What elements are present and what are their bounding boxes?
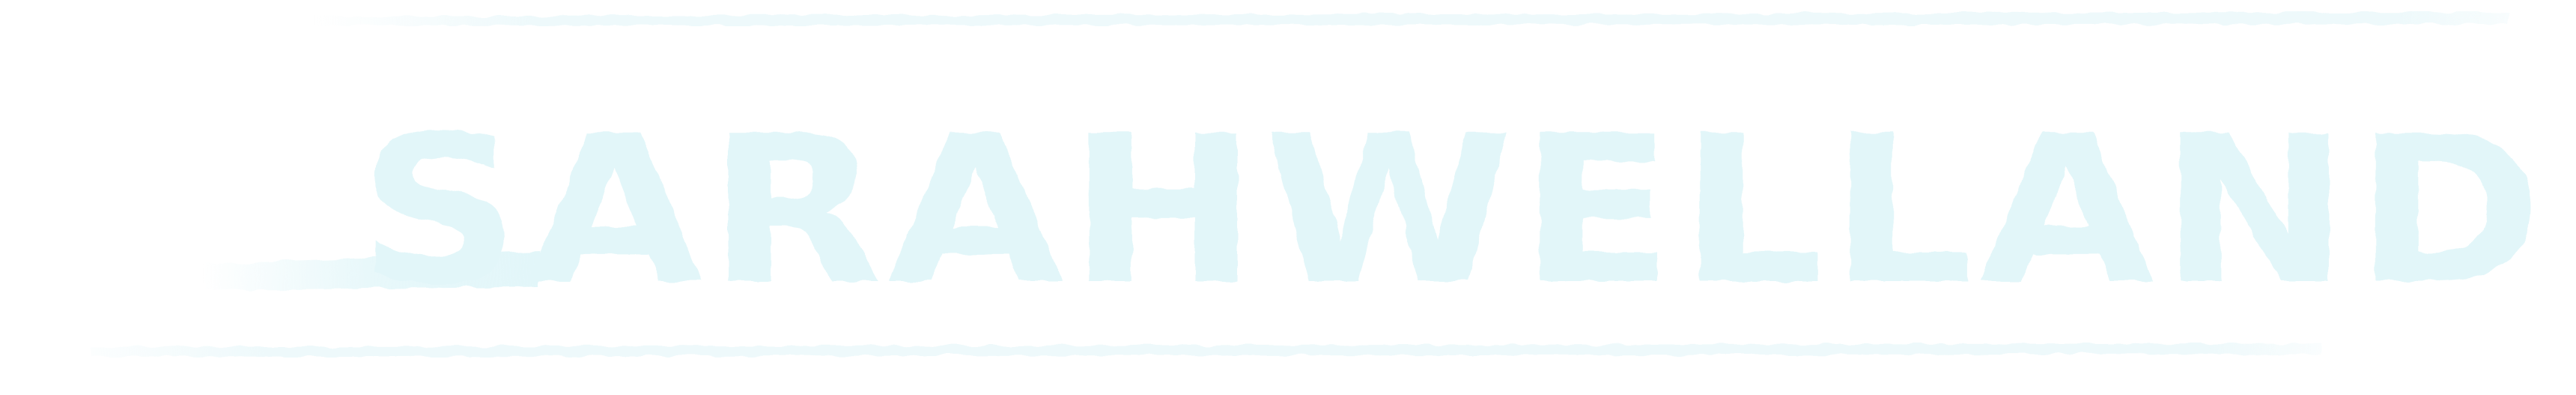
top-brush-stroke <box>315 12 2509 25</box>
logo-wordmark: SARAHWELLAND <box>358 93 2548 330</box>
logo-graphic: SARAHWELLAND <box>90 12 2548 357</box>
bottom-brush-stroke <box>90 343 2321 357</box>
logo-canvas: SARAHWELLAND <box>0 0 2576 395</box>
